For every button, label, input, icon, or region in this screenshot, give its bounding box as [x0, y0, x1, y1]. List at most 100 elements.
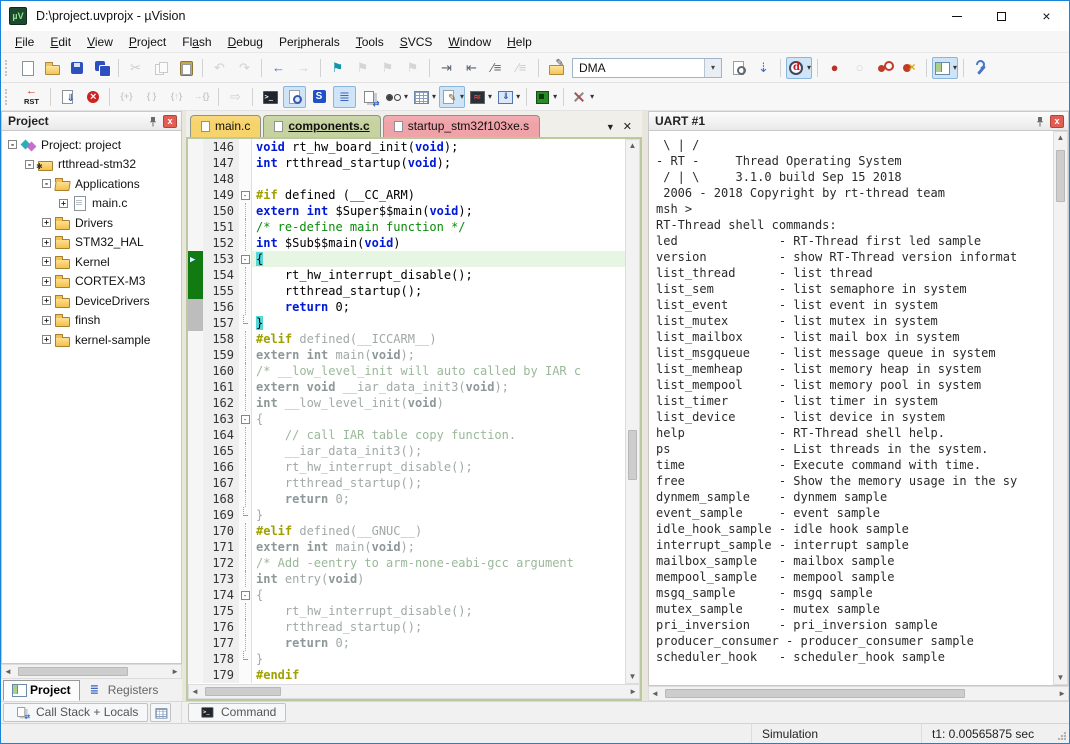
- find-in-files-button[interactable]: [727, 57, 750, 79]
- find-in-files-folder-button[interactable]: [544, 57, 567, 79]
- pin-icon[interactable]: [146, 114, 160, 128]
- tree-item-applications[interactable]: -Applications: [2, 174, 181, 194]
- expand-icon[interactable]: +: [42, 335, 51, 344]
- outdent-button[interactable]: ⇤: [460, 57, 483, 79]
- menu-svcs[interactable]: SVCS: [392, 32, 441, 52]
- scroll-left-icon[interactable]: ◄: [651, 690, 659, 698]
- enable-breakpoint-button[interactable]: ○: [848, 57, 871, 79]
- expand-icon[interactable]: +: [42, 277, 51, 286]
- scroll-thumb[interactable]: [1056, 150, 1065, 202]
- callstack-window-button[interactable]: [358, 86, 381, 108]
- scroll-thumb[interactable]: [665, 689, 965, 698]
- command-tab[interactable]: Command: [188, 703, 286, 722]
- menu-help[interactable]: Help: [499, 32, 540, 52]
- close-icon[interactable]: x: [1050, 115, 1064, 128]
- clear-bookmarks-button[interactable]: ⚑: [401, 57, 424, 79]
- nav-back-button[interactable]: ←: [267, 57, 290, 79]
- expand-icon[interactable]: +: [42, 238, 51, 247]
- menu-peripherals[interactable]: Peripherals: [271, 32, 348, 52]
- new-file-button[interactable]: [15, 57, 38, 79]
- serial-window-button[interactable]: ▾: [439, 86, 465, 108]
- document-tab-components-c[interactable]: components.c: [263, 115, 380, 137]
- step-over-button[interactable]: { }: [140, 86, 163, 108]
- registers-window-button[interactable]: ≣: [333, 86, 356, 108]
- next-bookmark-button[interactable]: ⚑: [376, 57, 399, 79]
- trace-window-button[interactable]: ▾: [495, 86, 521, 108]
- incremental-find-button[interactable]: ⇣: [752, 57, 775, 79]
- chevron-down-icon[interactable]: ▾: [553, 92, 557, 101]
- scroll-up-icon[interactable]: ▲: [629, 142, 637, 150]
- tree-item-main-c[interactable]: +main.c: [2, 194, 181, 214]
- step-out-button[interactable]: {↑}: [165, 86, 188, 108]
- tab-registers[interactable]: ≣Registers: [81, 680, 168, 701]
- resize-grip[interactable]: [1053, 724, 1069, 743]
- expand-icon[interactable]: +: [42, 296, 51, 305]
- collapse-icon[interactable]: -: [42, 179, 51, 188]
- run-to-cursor-button[interactable]: →{}: [190, 86, 213, 108]
- pin-icon[interactable]: [1033, 114, 1047, 128]
- scroll-left-icon[interactable]: ◄: [4, 668, 12, 676]
- menu-window[interactable]: Window: [440, 32, 499, 52]
- watch-window-button[interactable]: ▾: [383, 86, 409, 108]
- menu-project[interactable]: Project: [121, 32, 174, 52]
- comment-button[interactable]: ∕≡: [485, 57, 508, 79]
- tree-item-stm32-hal[interactable]: +STM32_HAL: [2, 233, 181, 253]
- scroll-down-icon[interactable]: ▼: [629, 673, 637, 681]
- document-tab-startup-stm32f103xe-s[interactable]: startup_stm32f103xe.s: [383, 115, 540, 137]
- menu-debug[interactable]: Debug: [220, 32, 271, 52]
- editor-vscrollbar[interactable]: ▲ ▼: [625, 139, 640, 684]
- scroll-down-icon[interactable]: ▼: [1057, 674, 1065, 682]
- expand-icon[interactable]: +: [42, 218, 51, 227]
- show-next-statement-button[interactable]: ⇨: [224, 86, 247, 108]
- menu-file[interactable]: File: [7, 32, 42, 52]
- chevron-down-icon[interactable]: ▾: [460, 92, 464, 101]
- target-select[interactable]: DMA▾: [572, 58, 722, 78]
- tree-item-kernel-sample[interactable]: +kernel-sample: [2, 330, 181, 350]
- expand-icon[interactable]: +: [59, 199, 68, 208]
- memory-dock-button[interactable]: [150, 703, 171, 722]
- toolbar-grip[interactable]: [5, 60, 10, 76]
- save-all-button[interactable]: [90, 57, 113, 79]
- kill-all-breakpoints-button[interactable]: [898, 57, 921, 79]
- tree-item-kernel[interactable]: +Kernel: [2, 252, 181, 272]
- command-window-button[interactable]: [258, 86, 281, 108]
- debug-session-button[interactable]: ▾: [786, 57, 812, 79]
- collapse-icon[interactable]: -: [8, 140, 17, 149]
- uart-vscrollbar[interactable]: ▲ ▼: [1053, 131, 1068, 685]
- scroll-up-icon[interactable]: ▲: [1057, 134, 1065, 142]
- scroll-right-icon[interactable]: ►: [629, 688, 637, 696]
- tree-item-finsh[interactable]: +finsh: [2, 311, 181, 331]
- close-button[interactable]: ×: [1024, 1, 1069, 31]
- chevron-down-icon[interactable]: ▾: [953, 63, 957, 72]
- tree-item-drivers[interactable]: +Drivers: [2, 213, 181, 233]
- expand-icon[interactable]: +: [42, 257, 51, 266]
- scroll-left-icon[interactable]: ◄: [191, 688, 199, 696]
- step-button[interactable]: {+}: [115, 86, 138, 108]
- uncomment-button[interactable]: ∕≡: [510, 57, 533, 79]
- stop-button[interactable]: [81, 86, 104, 108]
- indent-button[interactable]: ⇥: [435, 57, 458, 79]
- chevron-down-icon[interactable]: ▾: [516, 92, 520, 101]
- open-folder-button[interactable]: [40, 57, 63, 79]
- scroll-thumb[interactable]: [628, 430, 637, 480]
- expand-icon[interactable]: +: [42, 316, 51, 325]
- toolbox-button[interactable]: ▾: [569, 86, 595, 108]
- code-viewport[interactable]: 146void rt_hw_board_init(void);147int rt…: [188, 139, 625, 684]
- callstack-tab[interactable]: Call Stack + Locals: [3, 703, 148, 722]
- maximize-button[interactable]: [979, 1, 1024, 31]
- redo-button[interactable]: ↷: [233, 57, 256, 79]
- memory-window-button[interactable]: ▾: [411, 86, 437, 108]
- scroll-thumb[interactable]: [205, 687, 281, 696]
- insert-breakpoint-button[interactable]: ●: [823, 57, 846, 79]
- minimize-button[interactable]: [934, 1, 979, 31]
- fold-collapse-icon[interactable]: -: [241, 415, 250, 424]
- disable-all-breakpoints-button[interactable]: [873, 57, 896, 79]
- configure-button[interactable]: [969, 57, 992, 79]
- chevron-down-icon[interactable]: ▾: [807, 63, 811, 72]
- tab-list-icon[interactable]: ▼: [606, 122, 615, 132]
- fold-collapse-icon[interactable]: -: [241, 191, 250, 200]
- chevron-down-icon[interactable]: ▾: [404, 92, 408, 101]
- window-layout-button[interactable]: ▾: [932, 57, 958, 79]
- fold-collapse-icon[interactable]: -: [241, 255, 250, 264]
- chevron-down-icon[interactable]: ▾: [590, 92, 594, 101]
